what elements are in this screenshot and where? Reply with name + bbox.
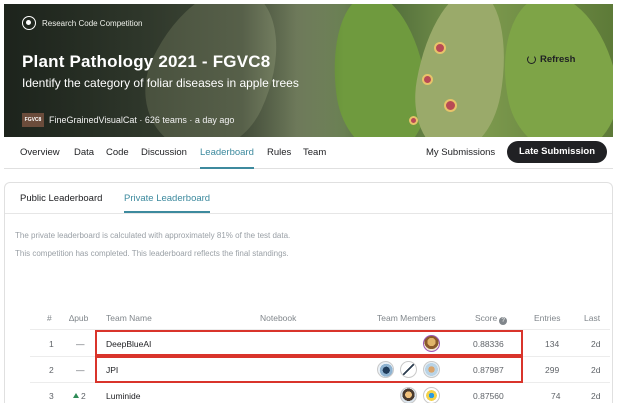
delta-cell: — — [76, 339, 85, 349]
team-member-avatar[interactable] — [400, 387, 417, 403]
tab-private-leaderboard[interactable]: Private Leaderboard — [124, 189, 211, 213]
tab-public-leaderboard[interactable]: Public Leaderboard — [20, 189, 102, 213]
column-team-name: Team Name — [106, 313, 152, 323]
column-score: Score? — [475, 313, 508, 325]
highlight-box — [95, 356, 523, 383]
column-entries: Entries — [534, 313, 561, 323]
divider — [5, 213, 612, 214]
column-delta-public[interactable]: ∆pub — [69, 313, 88, 323]
disease-spot — [434, 42, 446, 54]
late-submission-button[interactable]: Late Submission — [507, 141, 607, 163]
leaf-image — [405, 4, 518, 137]
competition-banner: Research Code Competition Plant Patholog… — [4, 4, 613, 137]
team-name[interactable]: Luminide — [106, 391, 141, 401]
tab-leaderboard[interactable]: Leaderboard — [200, 137, 254, 169]
last-cell: 2d — [591, 391, 601, 401]
rank-cell: 1 — [49, 339, 54, 349]
competition-subtitle: Identify the category of foliar diseases… — [22, 76, 299, 90]
host-info: FineGrainedVisualCat · 626 teams · a day… — [49, 115, 235, 125]
delta-value: 2 — [81, 391, 86, 401]
competition-title: Plant Pathology 2021 - FGVC8 — [22, 52, 271, 71]
disease-spot — [409, 116, 418, 125]
tab-rules[interactable]: Rules — [267, 137, 291, 169]
tab-discussion[interactable]: Discussion — [141, 137, 187, 169]
last-cell: 2d — [591, 339, 601, 349]
rank-cell: 2 — [49, 365, 54, 375]
tab-data[interactable]: Data — [74, 137, 94, 169]
competition-icon — [22, 16, 36, 30]
leaf-image — [488, 4, 613, 137]
team-member-avatar[interactable] — [423, 387, 440, 403]
refresh-label: Refresh — [540, 54, 576, 65]
my-submissions-link[interactable]: My Submissions — [426, 137, 495, 168]
column-team-members: Team Members — [377, 313, 436, 323]
delta-cell: 2 — [73, 391, 86, 401]
refresh-button[interactable]: Refresh — [527, 54, 575, 65]
rank-cell: 3 — [49, 391, 54, 401]
leaderboard-status-line: This competition has completed. This lea… — [15, 249, 289, 258]
entries-cell: 299 — [545, 365, 560, 375]
column-last: Last — [584, 313, 601, 323]
host-info-row: FGVC8 FineGrainedVisualCat · 626 teams ·… — [22, 113, 234, 127]
column-rank: # — [47, 313, 52, 323]
tab-team[interactable]: Team — [303, 137, 326, 169]
highlight-box — [95, 330, 523, 356]
help-icon[interactable]: ? — [499, 317, 508, 325]
entries-cell: 74 — [551, 391, 561, 401]
delta-cell: — — [76, 365, 85, 375]
entries-cell: 134 — [545, 339, 560, 349]
badge-label: Research Code Competition — [42, 18, 143, 28]
leaderboard-info-line: The private leaderboard is calculated wi… — [15, 231, 291, 240]
competition-type-badge: Research Code Competition — [22, 16, 143, 30]
tab-code[interactable]: Code — [106, 137, 129, 169]
competition-nav: Overview Data Code Discussion Leaderboar… — [4, 137, 613, 169]
arrow-up-icon — [73, 393, 79, 398]
tab-overview[interactable]: Overview — [20, 137, 60, 169]
column-notebook: Notebook — [260, 313, 297, 323]
score-cell: 0.87560 — [473, 391, 504, 401]
refresh-icon — [527, 55, 536, 64]
disease-spot — [422, 74, 433, 85]
column-score-label: Score — [475, 313, 498, 323]
disease-spot — [444, 99, 457, 112]
last-cell: 2d — [591, 365, 601, 375]
host-logo[interactable]: FGVC8 — [22, 113, 44, 127]
